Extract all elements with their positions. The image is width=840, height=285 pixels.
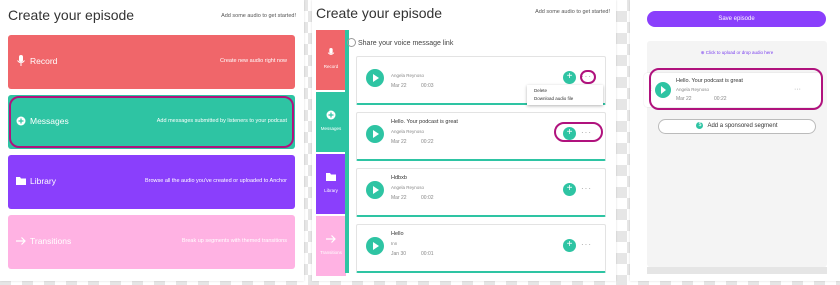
share-link[interactable]: Share your voice message link xyxy=(358,40,453,47)
sidebar-item-label: Transitions xyxy=(320,250,342,255)
message-date: Jan 30 xyxy=(391,251,407,257)
sidebar-item-label: Record xyxy=(323,64,339,69)
message-plus-icon xyxy=(326,110,336,120)
message-author: Angela Reynoso xyxy=(391,129,425,134)
sidebar-item-messages[interactable]: Messages xyxy=(316,92,346,152)
upload-prompt-label: Click to upload or drop audio here xyxy=(705,50,774,55)
message-item: Hdbxb Angela Reynoso Mar 22 00:02 + ··· xyxy=(356,168,606,217)
page-title: Create your episode xyxy=(8,7,135,23)
message-duration: 00:22 xyxy=(421,139,434,145)
sidebar-item-label: Messages xyxy=(320,126,342,131)
microphone-icon xyxy=(17,55,25,66)
episode-builder-panel: Save episode ⊕ Click to upload or drop a… xyxy=(630,0,840,281)
add-to-episode-button[interactable]: + xyxy=(563,239,576,252)
segment-highlight xyxy=(649,68,823,110)
messages-highlight xyxy=(9,96,294,148)
sponsor-label: Add a sponsored segment xyxy=(707,123,778,129)
message-duration: 00:03 xyxy=(421,83,434,89)
save-episode-button[interactable]: Save episode xyxy=(647,11,826,27)
add-to-episode-button[interactable]: + xyxy=(563,71,576,84)
message-date: Mar 22 xyxy=(391,195,407,201)
record-card[interactable]: Record Create new audio right now xyxy=(8,35,295,89)
more-options-button[interactable]: ··· xyxy=(581,184,592,193)
options-menu: Delete Download audio file xyxy=(527,85,603,105)
play-button[interactable] xyxy=(366,125,384,143)
library-card-desc: Browse all the audio you've created or u… xyxy=(144,178,287,184)
upload-prompt[interactable]: ⊕ Click to upload or drop audio here xyxy=(647,50,827,56)
arrow-right-icon xyxy=(16,237,26,245)
record-card-desc: Create new audio right now xyxy=(220,58,287,64)
page-title: Create your episode xyxy=(316,5,443,21)
message-author: Inn xyxy=(391,241,398,246)
sidebar-item-record[interactable]: Record xyxy=(316,30,346,90)
create-episode-panel-1: Create your episode Add some audio to ge… xyxy=(0,0,304,281)
dollar-icon: $ xyxy=(696,121,704,129)
menu-item-download[interactable]: Download audio file xyxy=(534,96,573,101)
message-author: Angela Reynoso xyxy=(391,73,425,78)
sidebar-item-transitions[interactable]: Transitions xyxy=(316,216,346,276)
hint-text: Add some audio to get started! xyxy=(535,9,610,15)
menu-item-delete[interactable]: Delete xyxy=(534,88,547,93)
source-sidebar: Record Messages Library Transitions xyxy=(316,30,346,276)
library-card[interactable]: Library Browse all the audio you've crea… xyxy=(8,155,295,209)
folder-icon xyxy=(326,173,336,181)
message-duration: 00:02 xyxy=(421,195,434,201)
play-button[interactable] xyxy=(366,237,384,255)
sidebar-item-library[interactable]: Library xyxy=(316,154,346,214)
message-item: Hello Inn Jan 30 00:01 + ··· xyxy=(356,224,606,273)
microphone-icon xyxy=(327,48,335,55)
arrow-right-icon xyxy=(326,235,336,243)
create-episode-panel-2: Create your episode Add some audio to ge… xyxy=(312,0,616,281)
message-duration: 00:01 xyxy=(421,251,434,257)
bottom-bar xyxy=(647,267,827,274)
message-title: Hdbxb xyxy=(391,175,407,181)
transitions-card[interactable]: Transitions Break up segments with theme… xyxy=(8,215,295,269)
add-sponsored-segment-button[interactable]: $ Add a sponsored segment xyxy=(658,119,816,134)
add-highlight xyxy=(554,122,603,142)
transitions-card-desc: Break up segments with themed transition… xyxy=(181,238,287,244)
active-source-strip xyxy=(345,30,349,273)
record-card-label: Record xyxy=(30,56,58,66)
play-button[interactable] xyxy=(366,181,384,199)
library-card-label: Library xyxy=(30,176,56,186)
message-title: Hello. Your podcast is great xyxy=(391,119,458,125)
sidebar-item-label: Library xyxy=(324,188,338,193)
add-to-episode-button[interactable]: + xyxy=(563,183,576,196)
more-options-button[interactable]: ··· xyxy=(581,240,592,249)
folder-icon xyxy=(16,177,26,185)
link-icon xyxy=(347,38,356,47)
message-title: Hello xyxy=(391,231,404,237)
hint-text: Add some audio to get started! xyxy=(221,13,296,19)
message-date: Mar 22 xyxy=(391,83,407,89)
options-highlight xyxy=(580,70,596,84)
message-author: Angela Reynoso xyxy=(391,185,425,190)
play-button[interactable] xyxy=(366,69,384,87)
transitions-card-label: Transitions xyxy=(30,236,72,246)
message-date: Mar 22 xyxy=(391,139,407,145)
